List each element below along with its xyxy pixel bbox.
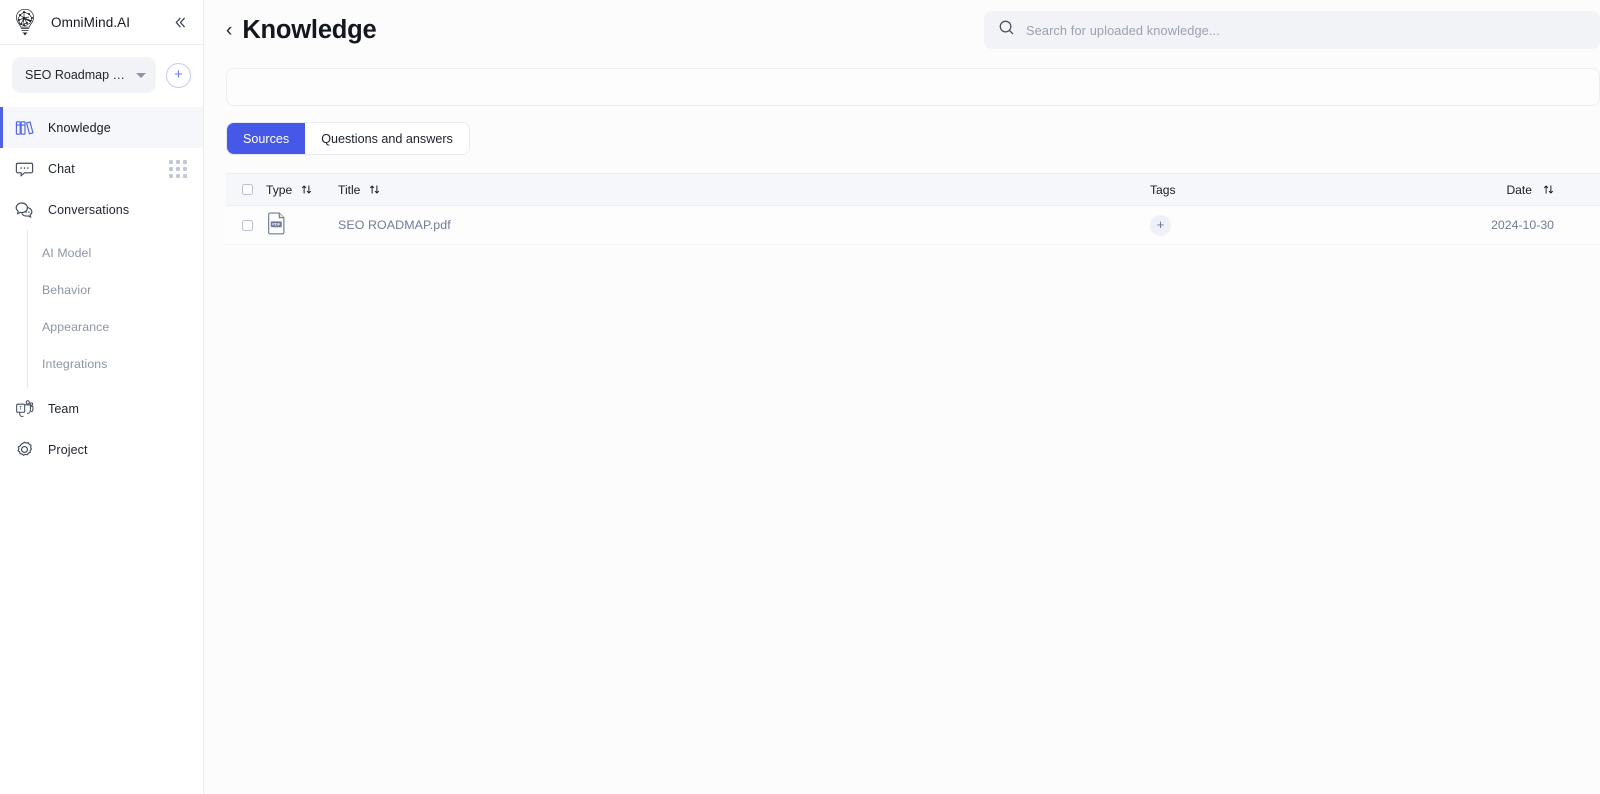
sidebar-nav: Knowledge Chat Conversations AI Model Be… <box>0 105 203 794</box>
brand-name: OmniMind.AI <box>51 14 131 30</box>
team-icon: T <box>14 398 35 419</box>
top-bar: ‹ Knowledge Search for uploaded knowledg… <box>204 0 1600 60</box>
sidebar-item-conversations[interactable]: Conversations <box>0 189 203 230</box>
books-icon <box>14 117 35 138</box>
row-title-cell: SEO ROADMAP.pdf <box>338 218 1150 232</box>
double-chevron-left-icon[interactable] <box>171 13 189 31</box>
content-area: Sources Questions and answers Type Title… <box>204 60 1600 794</box>
row-date-value: 2024-10-30 <box>1491 218 1554 232</box>
sort-updown-icon[interactable] <box>301 184 312 195</box>
sidebar-item-team[interactable]: T Team <box>0 388 203 429</box>
row-tags-cell: + <box>1150 214 1450 236</box>
row-checkbox[interactable] <box>241 219 253 231</box>
sidebar-item-ai-model[interactable]: AI Model <box>27 234 203 271</box>
column-date: Date <box>1450 183 1600 197</box>
select-all-cell <box>226 184 266 195</box>
lightbulb-network-icon <box>12 7 38 37</box>
sidebar-item-behavior[interactable]: Behavior <box>27 271 203 308</box>
sort-updown-icon[interactable] <box>1543 184 1554 195</box>
project-select-value: SEO Roadmap Chat... <box>25 68 130 82</box>
column-date-label: Date <box>1506 182 1532 197</box>
sidebar-item-label: Team <box>48 401 79 416</box>
column-type: Type <box>266 183 338 197</box>
sidebar-item-label: Chat <box>48 161 75 176</box>
column-title: Title <box>338 183 1150 197</box>
chat-bubble-icon <box>14 158 35 179</box>
brand-header: OmniMind.AI <box>0 0 203 45</box>
sidebar-item-chat[interactable]: Chat <box>0 148 203 189</box>
add-tag-button[interactable]: + <box>1150 214 1171 236</box>
table-header-row: Type Title Tags Date <box>226 173 1600 206</box>
row-type-cell: PDF <box>266 211 338 240</box>
row-date-cell: 2024-10-30 <box>1450 218 1600 232</box>
main-content: ‹ Knowledge Search for uploaded knowledg… <box>204 0 1600 794</box>
filter-toolbar[interactable] <box>226 68 1600 106</box>
file-name-link[interactable]: SEO ROADMAP.pdf <box>338 218 451 232</box>
project-select[interactable]: SEO Roadmap Chat... <box>12 57 156 93</box>
sidebar-item-project[interactable]: Project <box>0 429 203 470</box>
chevron-left-icon[interactable]: ‹ <box>226 21 232 40</box>
conversations-bubbles-icon <box>14 199 35 220</box>
page-header: ‹ Knowledge <box>204 16 984 45</box>
sidebar-item-label: Project <box>48 442 88 457</box>
tab-sources[interactable]: Sources <box>227 123 306 154</box>
row-select-cell <box>226 219 266 231</box>
search-input[interactable]: Search for uploaded knowledge... <box>984 11 1600 49</box>
search-container: Search for uploaded knowledge... <box>984 11 1600 49</box>
svg-text:PDF: PDF <box>272 221 281 226</box>
project-selector-row: SEO Roadmap Chat... + <box>0 45 203 105</box>
sidebar-item-label: Conversations <box>48 202 130 217</box>
page-title: Knowledge <box>242 15 377 44</box>
column-tags: Tags <box>1150 181 1450 199</box>
caret-down-icon <box>136 72 146 78</box>
search-icon <box>998 19 1015 41</box>
sort-updown-icon[interactable] <box>369 184 380 195</box>
table-row[interactable]: PDF SEO ROADMAP.pdf + 2024-10-30 <box>226 206 1600 245</box>
sidebar-item-appearance[interactable]: Appearance <box>27 308 203 345</box>
svg-text:T: T <box>19 406 23 412</box>
sidebar-item-knowledge[interactable]: Knowledge <box>0 107 203 148</box>
sidebar: OmniMind.AI SEO Roadmap Chat... + <box>0 0 204 794</box>
app-root: OmniMind.AI SEO Roadmap Chat... + <box>0 0 1600 794</box>
pdf-file-icon: PDF <box>266 211 288 240</box>
column-type-label: Type <box>266 182 293 197</box>
search-placeholder: Search for uploaded knowledge... <box>1026 22 1220 38</box>
tab-questions-and-answers[interactable]: Questions and answers <box>305 123 469 154</box>
add-project-button[interactable]: + <box>166 62 191 88</box>
gear-icon <box>14 439 35 460</box>
apps-grid-icon[interactable] <box>169 159 187 178</box>
select-all-checkbox[interactable] <box>241 184 253 195</box>
sidebar-subnav: AI Model Behavior Appearance Integration… <box>27 230 203 388</box>
tab-bar: Sources Questions and answers <box>226 122 470 155</box>
sidebar-item-integrations[interactable]: Integrations <box>27 345 203 382</box>
column-tags-label: Tags <box>1150 182 1176 197</box>
column-title-label: Title <box>338 182 361 197</box>
sources-table: Type Title Tags Date PDF SEO ROADMAP.pdf… <box>226 173 1600 245</box>
sidebar-item-label: Knowledge <box>48 120 111 135</box>
